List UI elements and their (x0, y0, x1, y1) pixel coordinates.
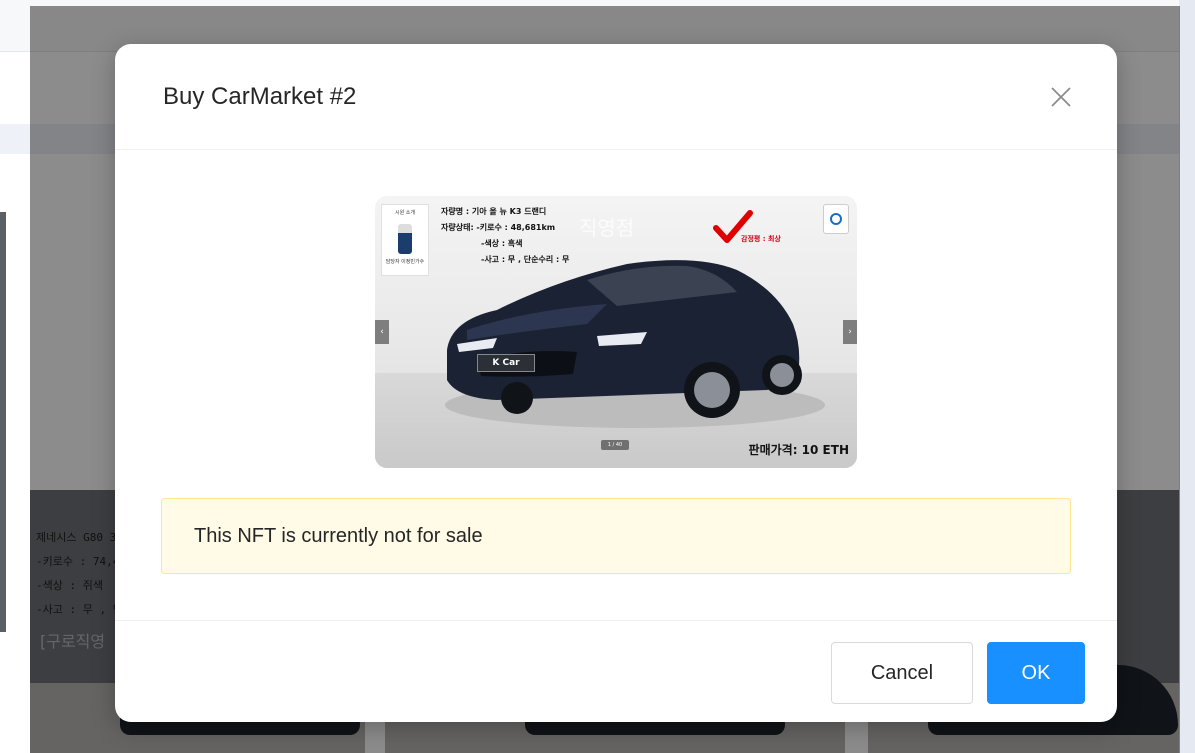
image-page-indicator: 1 / 40 (601, 440, 629, 450)
price-label: 판매가격: 10 ETH (748, 443, 849, 457)
modal-header: Buy CarMarket #2 (115, 44, 1117, 150)
not-for-sale-alert: This NFT is currently not for sale (161, 498, 1071, 574)
logo-circle (830, 213, 842, 225)
buy-modal: Buy CarMarket #2 시원 소개 담당자 이정빈가수 자량명 : 기… (115, 44, 1117, 722)
chevron-right-icon: › (848, 327, 852, 337)
info-line: 자량상태: -키로수 : 48,681km (441, 223, 556, 232)
background-left-panel (0, 212, 6, 632)
profile-title: 시원 소개 (395, 210, 415, 216)
info-line: 자량명 : 기아 올 뉴 K3 드랜디 (441, 207, 547, 216)
cancel-button[interactable]: Cancel (831, 642, 973, 704)
chevron-left-icon: ‹ (380, 327, 384, 337)
license-plate: K Car (477, 354, 535, 372)
background-right-strip (1179, 0, 1195, 753)
ok-button[interactable]: OK (987, 642, 1085, 704)
dealer-photo (398, 224, 412, 254)
alert-message: This NFT is currently not for sale (194, 524, 483, 547)
image-watermark: 직영점 (579, 216, 635, 240)
modal-title: Buy CarMarket #2 (163, 82, 357, 110)
car-icon (447, 260, 802, 418)
nft-car-image: 시원 소개 담당자 이정빈가수 자량명 : 기아 올 뉴 K3 드랜디 자량상태… (375, 196, 857, 468)
dealer-profile: 시원 소개 담당자 이정빈가수 (381, 204, 429, 276)
modal-footer: Cancel OK (115, 620, 1117, 722)
image-prev-button[interactable]: ‹ (375, 320, 389, 344)
close-icon (1051, 87, 1071, 107)
close-button[interactable] (1045, 81, 1077, 113)
profile-caption: 담당자 이정빈가수 (385, 259, 425, 265)
image-next-button[interactable]: › (843, 320, 857, 344)
brand-logo-icon (823, 204, 849, 234)
